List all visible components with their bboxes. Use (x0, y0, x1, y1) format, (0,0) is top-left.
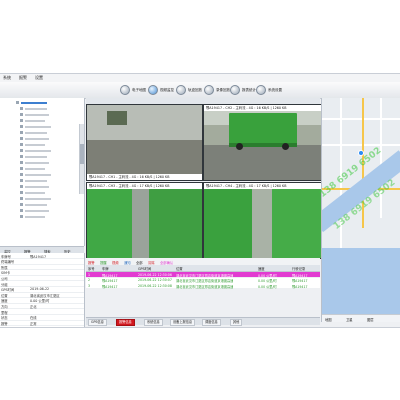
video-channel-1[interactable]: 鄂A19417 - CH1 - 主码流 - 4G : 16 KB/S | 126… (86, 104, 203, 181)
main-toolbar: 电子地图 视频监控 轨迹回放 录像回放 报表统计 系统设置 (0, 82, 400, 99)
tree-node[interactable] (0, 136, 84, 141)
bottom-tab[interactable]: 报警信息 (116, 319, 135, 326)
event-cell-time: 2019-06-22 12:30:07 (138, 278, 172, 282)
settings-icon (256, 85, 266, 95)
tree-node[interactable] (0, 130, 84, 135)
vehicle-tree[interactable] (0, 98, 85, 246)
toolbar-playback-button[interactable]: 录像回放 (204, 84, 230, 96)
map-button-map[interactable]: 地图 (325, 317, 332, 322)
globe-icon (120, 85, 130, 95)
tree-node[interactable] (0, 160, 84, 165)
info-value: 2019-06-22 (30, 287, 50, 292)
event-cell-time: 2019-06-22 12:30:08 (138, 283, 172, 288)
tree-node[interactable] (0, 106, 84, 111)
event-cell-no: 3 (88, 283, 91, 288)
tree-node[interactable] (0, 208, 84, 213)
video-channel-label: 鄂A19417 - CH4 - 主码流 - 4G : 17 KB/S | 126… (204, 183, 321, 189)
tree-node[interactable] (0, 124, 84, 129)
event-cell-no: 2 (88, 278, 91, 282)
video-channel-label: 鄂A19417 - CH2 - 主码流 - 4G : 16 KB/S | 126… (204, 105, 321, 111)
map-button-satellite[interactable]: 卫星 (346, 317, 353, 322)
tree-node[interactable] (0, 202, 84, 207)
toolbar-track-button[interactable]: 轨迹回放 (176, 84, 202, 96)
event-row[interactable]: 2 鄂A19417 2019-06-22 12:30:07 湖北省武汉市江夏区郑店街道… (86, 277, 320, 283)
tree-node[interactable] (0, 100, 84, 105)
tree-node[interactable] (0, 154, 84, 159)
playback-icon (204, 85, 214, 95)
tree-node[interactable] (0, 112, 84, 117)
report-icon (230, 85, 240, 95)
event-cell-plate: 鄂A19417 (102, 284, 118, 289)
info-value: 正常 (30, 321, 37, 326)
tree-node[interactable] (0, 190, 84, 195)
tree-node[interactable] (0, 178, 84, 183)
tree-node[interactable] (0, 148, 84, 153)
video-channel-4[interactable]: 鄂A19417 - CH4 - 主码流 - 4G : 17 KB/S | 126… (203, 182, 322, 259)
toolbar-video-button[interactable]: 视频监控 (148, 84, 174, 96)
event-cell-no: 1 (88, 272, 91, 277)
event-cell-rec: 鄂A19417 (292, 284, 308, 289)
video-channel-3[interactable]: 鄂A19417 - CH3 - 主码流 - 4G : 17 KB/S | 126… (86, 182, 203, 259)
menu-item-system[interactable]: 系统 (3, 75, 11, 81)
event-filter-remind[interactable]: 提醒 (100, 260, 107, 265)
event-cell-time: 2019-06-22 12:30:06 (138, 272, 172, 277)
track-icon (176, 85, 186, 95)
bottom-tab[interactable]: 系统信息 (144, 319, 163, 326)
event-filter-notice[interactable]: 通知 (124, 260, 131, 265)
bottom-tab[interactable]: 其他 (230, 319, 243, 326)
menu-item-alarm[interactable]: 报警 (19, 75, 27, 81)
tree-node[interactable] (0, 214, 84, 219)
bottom-tab[interactable]: GPS信息 (88, 319, 107, 326)
video-channel-label: 鄂A19417 - CH3 - 主码流 - 4G : 17 KB/S | 126… (87, 183, 202, 189)
toolbar-report-button[interactable]: 报表统计 (230, 84, 256, 96)
event-row[interactable]: 3 鄂A19417 2019-06-22 12:30:08 湖北省武汉市江夏区郑店街道… (86, 283, 320, 289)
toolbar-map-button[interactable]: 电子地图 (120, 84, 146, 96)
tree-node[interactable] (0, 166, 84, 171)
event-filter-all[interactable]: 全部 (136, 260, 143, 265)
video-channel-label: 鄂A19417 - CH1 - 主码流 - 4G : 16 KB/S | 126… (87, 174, 202, 180)
map-button-layers[interactable]: 图层 (367, 317, 374, 322)
video-channel-2[interactable]: 鄂A19417 - CH2 - 主码流 - 4G : 16 KB/S | 126… (203, 104, 322, 181)
event-row[interactable]: 1 鄂A19417 2019-06-22 12:30:06 湖北省武汉市江夏区郑店街道… (86, 272, 320, 278)
bottom-tabs: GPS信息 报警信息 系统信息 设备上报信息 调度信息 其他 (86, 317, 320, 326)
tree-node[interactable] (0, 184, 84, 189)
tree-scrollbar[interactable] (79, 124, 84, 194)
tree-node[interactable] (0, 142, 84, 147)
map-controls: 地图 卫星 图层 (322, 314, 400, 322)
event-filter-video[interactable]: 视频 (112, 260, 119, 265)
tree-node[interactable] (0, 196, 84, 201)
vehicle-info-panel: 车牌号 鄂A19417 终端编号 所属 SIM卡 公司 分组 GPS时间 2019-06-22 位… (0, 253, 85, 327)
info-key: 报警 (1, 321, 8, 326)
info-row: 报警 正常 (0, 320, 84, 327)
event-toolbar: 报警 提醒 视频 通知 全部 清除 全部确认 (86, 258, 320, 265)
menu-item-settings[interactable]: 设置 (35, 75, 43, 81)
tree-node[interactable] (0, 118, 84, 123)
app-window: 系统 报警 设置 电子地图 视频监控 轨迹回放 录像回放 报表统计 系统设置 监… (0, 73, 400, 328)
toolbar-settings-button[interactable]: 系统设置 (256, 84, 282, 96)
event-cell-speed: 0.00 公里/时 (258, 284, 277, 289)
event-table-header: 序号 车牌 GPS时间 位置 速度 行驶记录 (86, 265, 320, 272)
event-filter-alarm[interactable]: 报警 (88, 260, 95, 265)
bottom-tab[interactable]: 调度信息 (202, 319, 221, 326)
event-clear-button[interactable]: 清除 (148, 260, 155, 265)
tree-node[interactable] (0, 172, 84, 177)
scroll-thumb[interactable] (80, 144, 84, 164)
menu-bar: 系统 报警 设置 (0, 74, 400, 82)
event-ack-all-button[interactable]: 全部确认 (160, 260, 173, 265)
bottom-tab[interactable]: 设备上报信息 (170, 319, 196, 326)
event-cell-loc: 湖北省武汉市江夏区郑店街道京港澳高速 (176, 284, 234, 289)
camera-icon (148, 85, 158, 95)
